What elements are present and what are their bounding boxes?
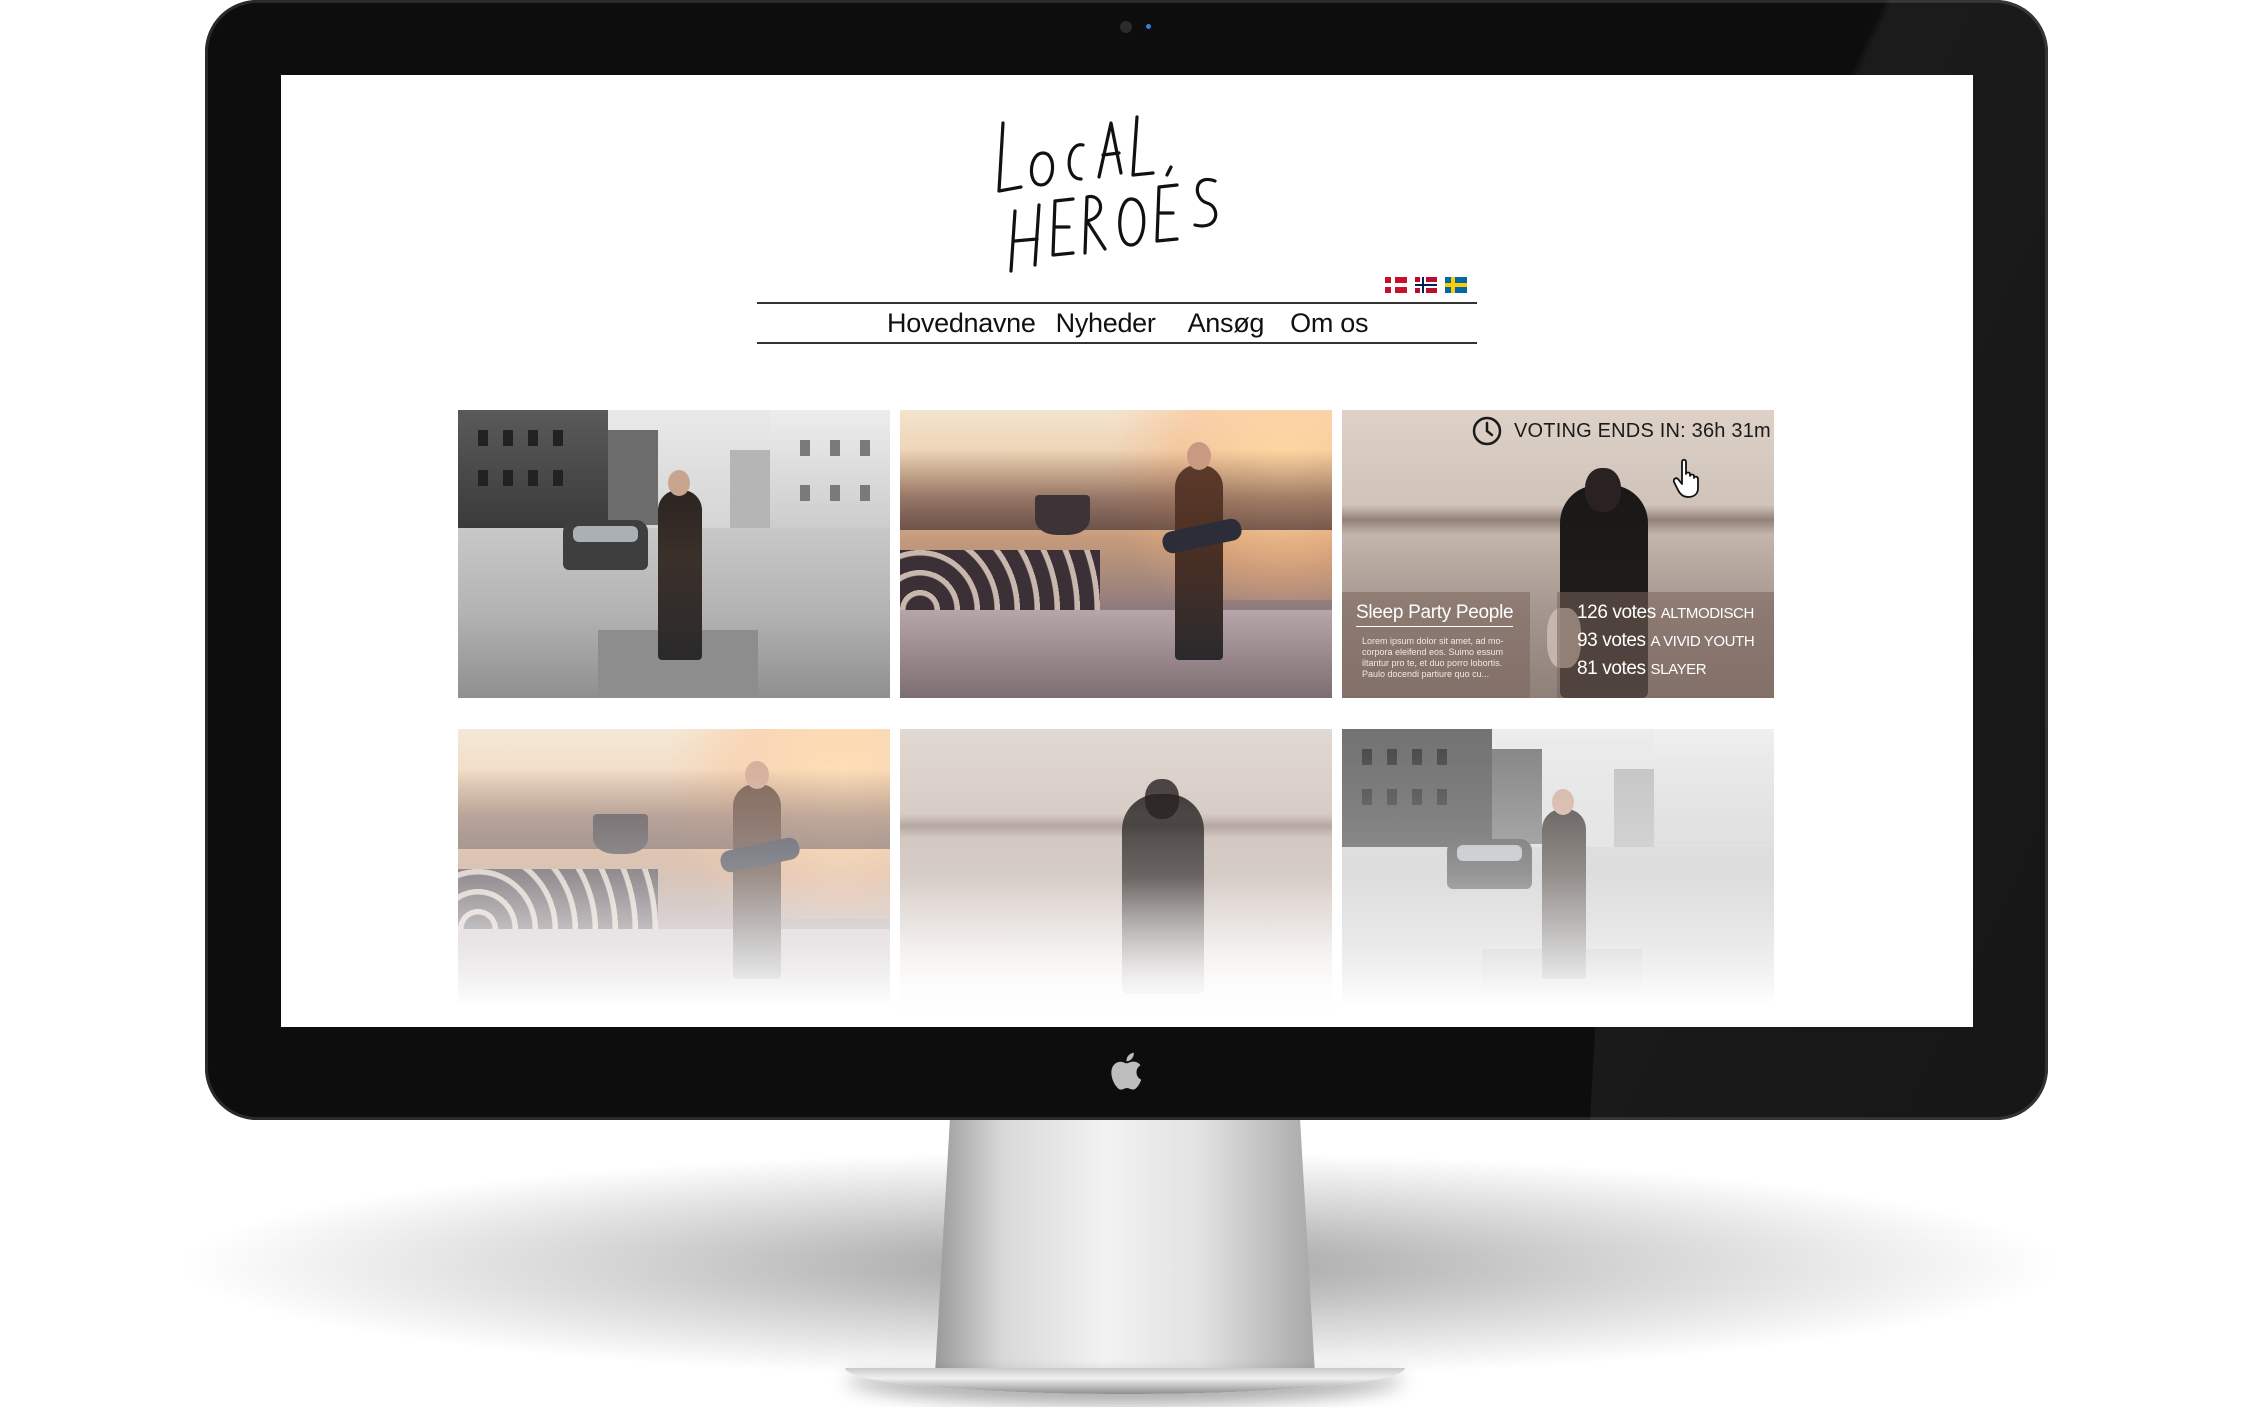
nav-item-hovednavne[interactable]: Hovednavne xyxy=(887,308,1036,339)
clock-icon xyxy=(1472,416,1502,446)
monitor-stand xyxy=(935,1115,1315,1375)
danish-flag-icon[interactable] xyxy=(1385,277,1407,293)
band-name-link[interactable]: Sleep Party People xyxy=(1356,602,1514,627)
vote-row: 126 votes ALTMODISCH xyxy=(1577,602,1754,623)
webcam-indicator xyxy=(1146,24,1151,29)
nav-item-nyheder[interactable]: Nyheder xyxy=(1056,308,1156,339)
artist-tile-street[interactable] xyxy=(458,410,890,698)
featured-artist-tile[interactable]: VOTING ENDS IN: 36h 31m Sleep Party Peop… xyxy=(1342,410,1774,698)
voting-ends-label: VOTING ENDS IN: 36h 31m xyxy=(1514,419,1771,442)
band-info-panel: Sleep Party People Lorem ipsum dolor sit… xyxy=(1342,592,1530,698)
artist-tile-bridge-guitar[interactable] xyxy=(900,410,1332,698)
norwegian-flag-icon[interactable] xyxy=(1415,277,1437,293)
vote-row: 93 votes A VIVID YOUTH xyxy=(1577,630,1755,651)
nav-item-om-os[interactable]: Om os xyxy=(1290,308,1368,339)
band-description: Lorem ipsum dolor sit amet, ad mo-corpor… xyxy=(1362,636,1504,679)
website-screen: Hovednavne Nyheder Ansøg Om os VOTING EN… xyxy=(281,75,1973,1027)
language-selector xyxy=(1385,277,1467,293)
artist-tile-fog[interactable] xyxy=(900,729,1332,1017)
artist-tile-street-2[interactable] xyxy=(1342,729,1774,1017)
voting-countdown: VOTING ENDS IN: 36h 31m xyxy=(1472,414,1771,448)
nav-item-ansog[interactable]: Ansøg xyxy=(1188,308,1265,339)
webcam xyxy=(1120,21,1132,33)
hand-cursor-icon xyxy=(1672,458,1699,498)
local-heroes-logo[interactable] xyxy=(981,95,1271,275)
apple-logo-icon xyxy=(1110,1052,1142,1090)
votes-panel: 126 votes ALTMODISCH 93 votes A VIVID YO… xyxy=(1557,592,1774,698)
monitor-stand-base xyxy=(845,1368,1405,1394)
vote-row: 81 votes SLAYER xyxy=(1577,658,1707,679)
artist-tile-bridge-guitar-2[interactable] xyxy=(458,729,890,1017)
main-navigation: Hovednavne Nyheder Ansøg Om os xyxy=(757,302,1477,344)
swedish-flag-icon[interactable] xyxy=(1445,277,1467,293)
